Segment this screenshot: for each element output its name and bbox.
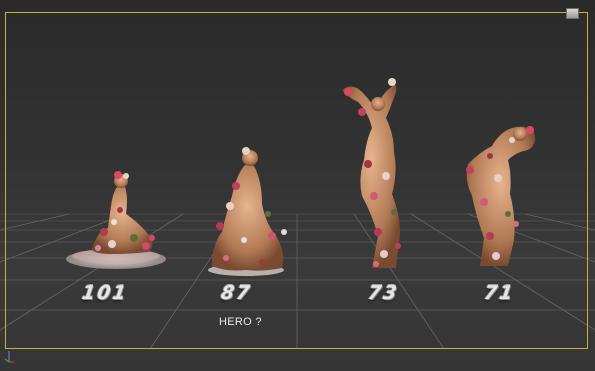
viewcube-icon[interactable] (566, 8, 579, 19)
figure-101-label: 101 (80, 282, 130, 304)
axis-tripod-icon (4, 351, 14, 363)
figure-87-label: 87 (219, 282, 253, 304)
figure-71-model[interactable] (466, 126, 536, 267)
figure-73-label: 73 (366, 282, 400, 304)
figure-101-model[interactable] (66, 171, 166, 269)
figures-layer (66, 78, 536, 276)
3d-viewport[interactable]: 101 87 73 71 HERO ? (0, 0, 595, 371)
figure-73-model[interactable] (342, 78, 401, 268)
figure-87-model[interactable] (208, 147, 287, 276)
figure-71-label: 71 (482, 282, 516, 304)
hero-annotation: HERO ? (219, 316, 262, 328)
